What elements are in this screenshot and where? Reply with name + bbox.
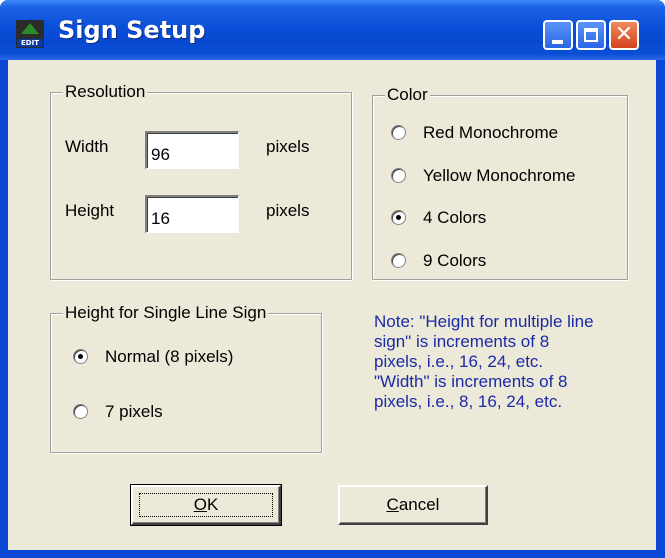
width-label: Width xyxy=(65,137,109,156)
title-bar[interactable]: EDIT Sign Setup ✕ xyxy=(0,0,665,60)
maximize-icon xyxy=(584,28,598,42)
dialog-client-area: Resolution Width 96 pixels Height 16 pix… xyxy=(8,60,656,550)
close-button[interactable]: ✕ xyxy=(609,20,639,50)
cancel-label-rest: ancel xyxy=(398,495,440,514)
ok-button[interactable]: OK xyxy=(130,484,282,526)
height-input[interactable]: 16 xyxy=(145,195,239,233)
radio-button[interactable] xyxy=(391,168,406,183)
radio-label: Yellow Monochrome xyxy=(423,166,576,185)
color-group-label: Color xyxy=(385,85,430,105)
resolution-group-label: Resolution xyxy=(63,82,148,102)
note-text: Note: "Height for multiple line sign" is… xyxy=(374,312,654,412)
radio-selected-dot xyxy=(396,215,401,220)
height-label: Height xyxy=(65,201,115,220)
minimize-button[interactable] xyxy=(543,20,573,50)
radio-label: 9 Colors xyxy=(423,251,487,270)
radio-button-selected[interactable] xyxy=(391,210,406,225)
note-line: pixels, i.e., 8, 16, 24, etc. xyxy=(374,392,563,411)
app-icon[interactable]: EDIT xyxy=(16,20,44,48)
single-line-height-group: Height for Single Line Sign Normal (8 pi… xyxy=(50,303,322,453)
cancel-button[interactable]: Cancel xyxy=(338,485,488,525)
radio-selected-dot xyxy=(78,354,83,359)
radio-button[interactable] xyxy=(391,253,406,268)
note-line: Note: "Height for multiple line xyxy=(374,312,594,331)
radio-button[interactable] xyxy=(391,125,406,140)
note-line: sign" is increments of 8 xyxy=(374,332,550,351)
radio-label: 4 Colors xyxy=(423,208,487,227)
height-unit-label: pixels xyxy=(266,201,310,220)
sign-setup-window: EDIT Sign Setup ✕ Resolution Width 96 pi… xyxy=(0,0,665,558)
radio-button-selected[interactable] xyxy=(73,349,88,364)
app-icon-graphic xyxy=(21,23,39,34)
minimize-icon xyxy=(552,40,563,44)
width-unit-label: pixels xyxy=(266,137,310,156)
radio-label: 7 pixels xyxy=(105,402,163,421)
close-icon: ✕ xyxy=(614,22,634,47)
window-title: Sign Setup xyxy=(58,16,206,44)
color-group: Color Red Monochrome Yellow Monochrome 4… xyxy=(372,85,628,280)
single-line-height-group-label: Height for Single Line Sign xyxy=(63,303,269,323)
radio-label: Normal (8 pixels) xyxy=(105,347,234,366)
resolution-group: Resolution Width 96 pixels Height 16 pix… xyxy=(50,82,352,280)
cancel-mnemonic: C xyxy=(386,495,399,514)
note-line: "Width" is increments of 8 xyxy=(374,372,568,391)
width-input[interactable]: 96 xyxy=(145,131,239,169)
app-icon-label: EDIT xyxy=(17,39,43,47)
radio-label: Red Monochrome xyxy=(423,123,559,142)
focus-ring xyxy=(139,493,273,517)
note-line: pixels, i.e., 16, 24, etc. xyxy=(374,352,544,371)
radio-button[interactable] xyxy=(73,404,88,419)
maximize-button[interactable] xyxy=(576,20,606,50)
